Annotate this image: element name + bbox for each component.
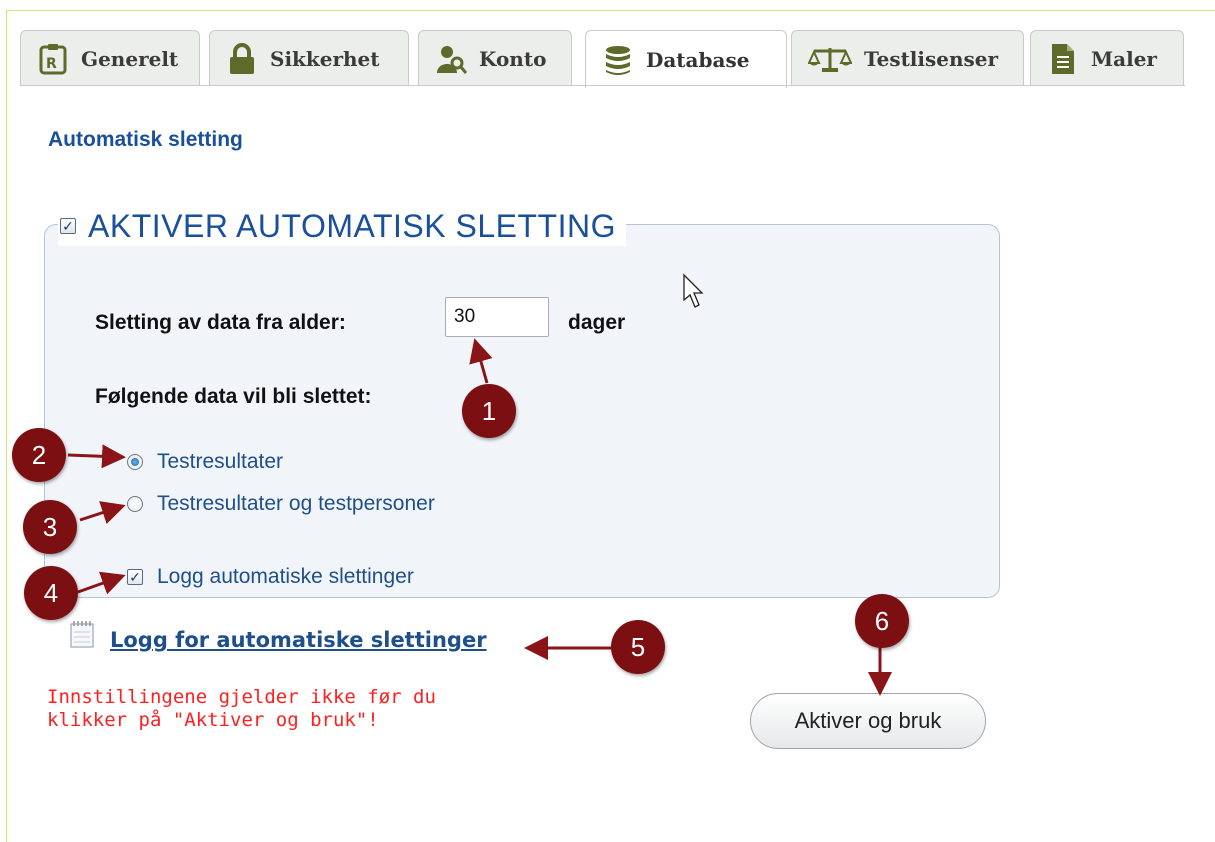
annotation-arrow-2 bbox=[67, 444, 126, 469]
annotation-marker-2: 2 bbox=[12, 428, 66, 482]
annotation-marker-4: 4 bbox=[24, 566, 78, 620]
annotation-marker-3: 3 bbox=[23, 500, 77, 554]
annotation-overlay bbox=[67, 273, 892, 696]
annotation-marker-5: 5 bbox=[611, 620, 665, 674]
annotation-marker-6: 6 bbox=[855, 594, 909, 648]
annotation-arrow-1 bbox=[469, 338, 493, 384]
mouse-cursor-icon bbox=[683, 273, 704, 308]
annotation-arrow-4 bbox=[77, 571, 126, 595]
annotation-arrow-3 bbox=[79, 501, 126, 524]
annotation-marker-1: 1 bbox=[462, 384, 516, 438]
